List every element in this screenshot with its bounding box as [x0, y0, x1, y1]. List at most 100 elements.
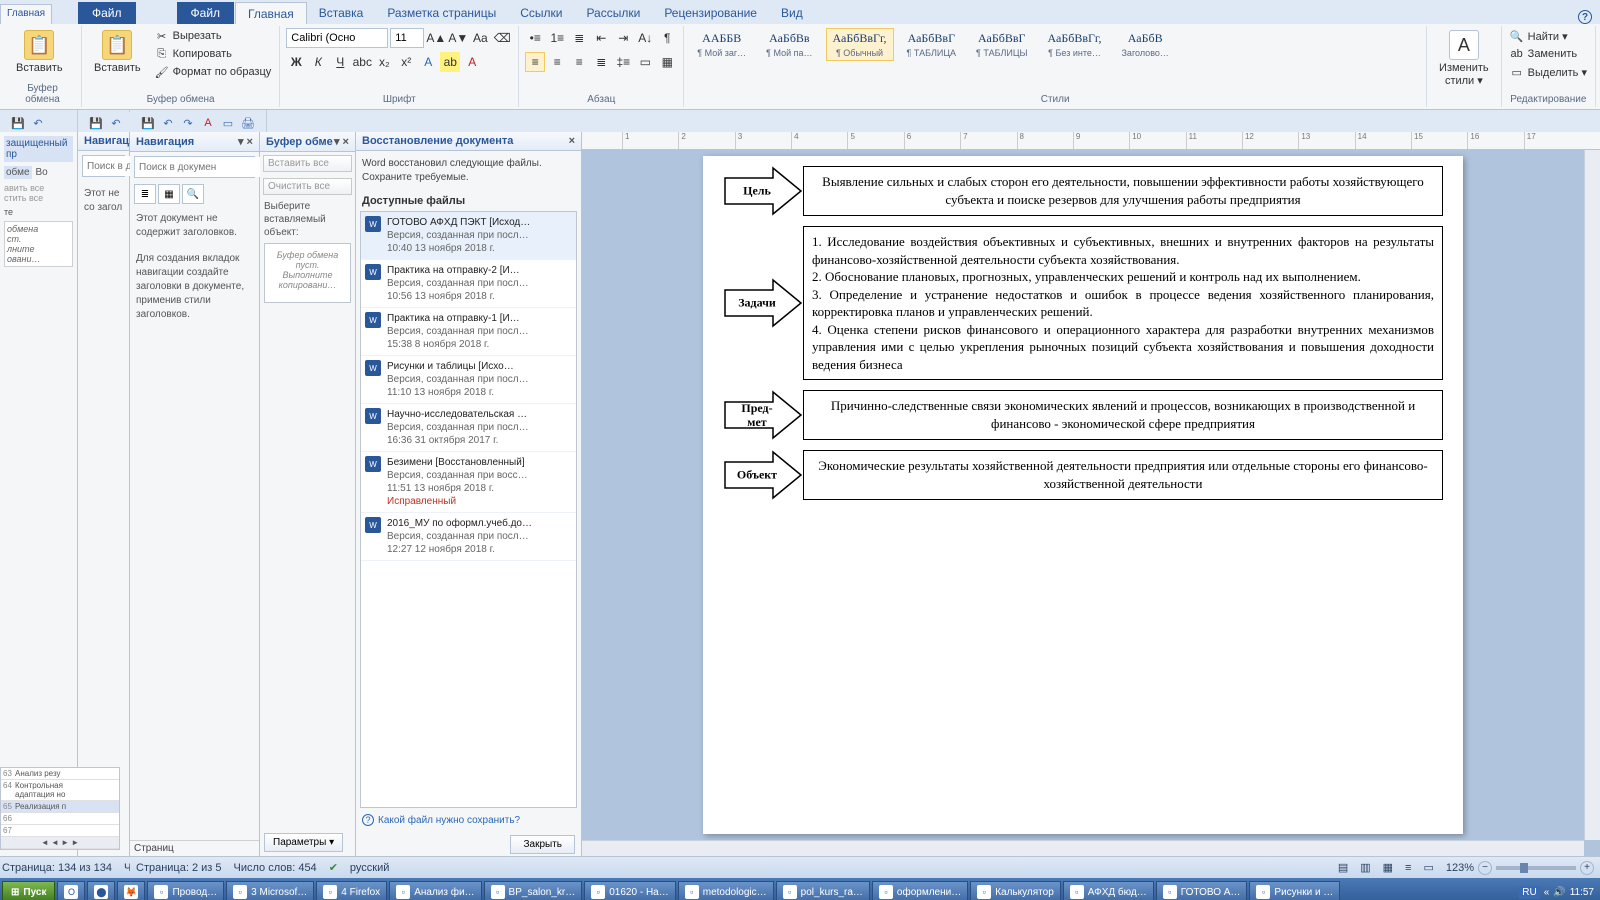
taskbar-item-12[interactable]: ▫Рисунки и …	[1249, 881, 1340, 900]
qat-undo3-icon[interactable]: ↶	[160, 115, 176, 131]
taskbar-quicklaunch[interactable]: O	[57, 881, 85, 900]
clip-clear-all[interactable]: Очистить все	[263, 178, 352, 195]
strike-button[interactable]: abc	[352, 52, 372, 72]
taskbar-item-6[interactable]: ▫metodologic…	[678, 881, 774, 900]
tab-insert[interactable]: Вставка	[307, 2, 376, 24]
view-read-icon[interactable]: ▥	[1360, 861, 1370, 874]
status-spellcheck-icon[interactable]: ✔	[329, 861, 338, 874]
subscript-button[interactable]: x₂	[374, 52, 394, 72]
taskbar-item-8[interactable]: ▫оформлени…	[872, 881, 968, 900]
show-marks-button[interactable]: ¶	[657, 28, 677, 48]
file-tab-2[interactable]: Файл	[177, 2, 235, 24]
nav-search-frag[interactable]	[82, 155, 125, 177]
status-lang[interactable]: русский	[350, 862, 389, 874]
shrink-font-button[interactable]: A▼	[448, 28, 468, 48]
nav-view-results[interactable]: 🔍	[182, 184, 204, 204]
style-2[interactable]: АаБбВвГг,¶ Обычный	[826, 28, 894, 61]
view-draft-icon[interactable]: ▭	[1423, 861, 1433, 874]
document-scroll[interactable]: Цель Выявление сильных и слабых сторон е…	[582, 150, 1584, 840]
system-tray[interactable]: RU «🔊 11:57	[1515, 886, 1598, 899]
borders-button[interactable]: ▦	[657, 52, 677, 72]
style-3[interactable]: АаБбВвГ¶ ТАБЛИЦА	[900, 28, 963, 61]
sort-button[interactable]: A↓	[635, 28, 655, 48]
nav-view-headings[interactable]: ≣	[134, 184, 156, 204]
zoom-value[interactable]: 123%	[1446, 862, 1474, 874]
paste-button[interactable]: 📋Вставить	[88, 28, 147, 76]
clip-params-button[interactable]: Параметры ▾	[264, 833, 343, 852]
vertical-scrollbar[interactable]	[1584, 150, 1600, 840]
tab-main-left[interactable]: Главная	[0, 4, 52, 24]
rec-item-6[interactable]: W2016_МУ по оформл.учеб.до…Версия, созда…	[361, 513, 576, 561]
italic-button[interactable]: К	[308, 52, 328, 72]
clear-format-button[interactable]: ⌫	[492, 28, 512, 48]
lang-indicator[interactable]: RU	[1519, 886, 1539, 899]
tab-links[interactable]: Ссылки	[508, 2, 574, 24]
line-spacing-button[interactable]: ‡≡	[613, 52, 633, 72]
tab-review[interactable]: Рецензирование	[652, 2, 769, 24]
tab-main[interactable]: Главная	[235, 2, 307, 24]
qat-save-icon[interactable]: 💾	[10, 115, 26, 131]
multilevel-button[interactable]: ≣	[569, 28, 589, 48]
rec-which-link[interactable]: ?Какой файл нужно сохранить?	[356, 808, 581, 832]
taskbar-item-7[interactable]: ▫pol_kurs_ra…	[776, 881, 870, 900]
view-web-icon[interactable]: ▦	[1383, 861, 1393, 874]
bullets-button[interactable]: •≡	[525, 28, 545, 48]
align-right-button[interactable]: ≡	[569, 52, 589, 72]
status-page[interactable]: Страница: 2 из 5	[136, 862, 222, 874]
font-size-select[interactable]: 11	[390, 28, 424, 48]
qat-save3-icon[interactable]: 💾	[140, 115, 156, 131]
taskbar-item-2[interactable]: ▫4 Firefox	[316, 881, 387, 900]
clip-close-icon[interactable]: ▾ ×	[334, 135, 349, 148]
indent-button[interactable]: ⇥	[613, 28, 633, 48]
change-styles-button[interactable]: AИзменить стили ▾	[1433, 28, 1495, 89]
qat-save2-icon[interactable]: 💾	[88, 115, 104, 131]
paste-button-left[interactable]: 📋Вставить	[10, 28, 69, 76]
rec-item-2[interactable]: WПрактика на отправку-1 [И…Версия, созда…	[361, 308, 576, 356]
change-case-button[interactable]: Aa	[470, 28, 490, 48]
outdent-button[interactable]: ⇤	[591, 28, 611, 48]
qat-font-color-icon[interactable]: A	[200, 115, 216, 131]
rec-item-4[interactable]: WНаучно-исследовательская …Версия, созда…	[361, 404, 576, 452]
clock[interactable]: 11:57	[1570, 887, 1594, 898]
underline-button[interactable]: Ч	[330, 52, 350, 72]
rec-close-icon[interactable]: ×	[569, 135, 575, 147]
view-print-icon[interactable]: ▤	[1338, 861, 1348, 874]
horizontal-scrollbar[interactable]	[582, 840, 1584, 856]
taskbar-quicklaunch3[interactable]: 🦊	[117, 881, 145, 900]
taskbar-item-4[interactable]: ▫BP_salon_kr…	[484, 881, 583, 900]
zoom-in-button[interactable]: +	[1580, 861, 1594, 875]
style-5[interactable]: АаБбВвГг,¶ Без инте…	[1040, 28, 1108, 61]
taskbar-item-3[interactable]: ▫Анализ фи…	[389, 881, 481, 900]
tab-view[interactable]: Вид	[769, 2, 815, 24]
help-icon[interactable]: ?	[1578, 10, 1592, 24]
replace-button[interactable]: abЗаменить	[1508, 46, 1589, 62]
start-button[interactable]: ⊞Пуск	[2, 881, 55, 900]
style-0[interactable]: ААББВ¶ Мой заг…	[690, 28, 753, 61]
taskbar-item-11[interactable]: ▫ГОТОВО А…	[1156, 881, 1248, 900]
qat-undo2-icon[interactable]: ↶	[108, 115, 124, 131]
nav-search[interactable]: 🔍	[134, 156, 255, 178]
qat-undo-icon[interactable]: ↶	[30, 115, 46, 131]
rec-item-0[interactable]: WГОТОВО АФХД ПЭКТ [Исход…Версия, созданн…	[361, 212, 576, 260]
justify-button[interactable]: ≣	[591, 52, 611, 72]
grow-font-button[interactable]: A▲	[426, 28, 446, 48]
tab-layout[interactable]: Разметка страницы	[375, 2, 508, 24]
view-outline-icon[interactable]: ≡	[1405, 862, 1411, 874]
select-button[interactable]: ▭Выделить ▾	[1508, 64, 1589, 80]
font-color-button[interactable]: A	[462, 52, 482, 72]
taskbar-item-10[interactable]: ▫АФХД бюд…	[1063, 881, 1154, 900]
clip-insert-all[interactable]: Вставить все	[263, 155, 352, 172]
qat-shading-icon[interactable]: ▭	[220, 115, 236, 131]
shading-button[interactable]: ▭	[635, 52, 655, 72]
qat-print-icon[interactable]: 🖨	[240, 115, 256, 131]
style-6[interactable]: АаБбВЗаголово…	[1115, 28, 1176, 61]
rec-close-button[interactable]: Закрыть	[510, 835, 575, 854]
style-1[interactable]: АаБбВв¶ Мой па…	[759, 28, 819, 61]
taskbar-item-0[interactable]: ▫Провод…	[147, 881, 224, 900]
copy-button[interactable]: ⎘Копировать	[153, 46, 274, 62]
taskbar-item-9[interactable]: ▫Калькулятор	[970, 881, 1061, 900]
taskbar-item-5[interactable]: ▫01620 - На…	[584, 881, 675, 900]
rec-item-5[interactable]: WБезимени [Восстановленный]Версия, созда…	[361, 452, 576, 513]
qat-redo-icon[interactable]: ↷	[180, 115, 196, 131]
text-effects-button[interactable]: A	[418, 52, 438, 72]
